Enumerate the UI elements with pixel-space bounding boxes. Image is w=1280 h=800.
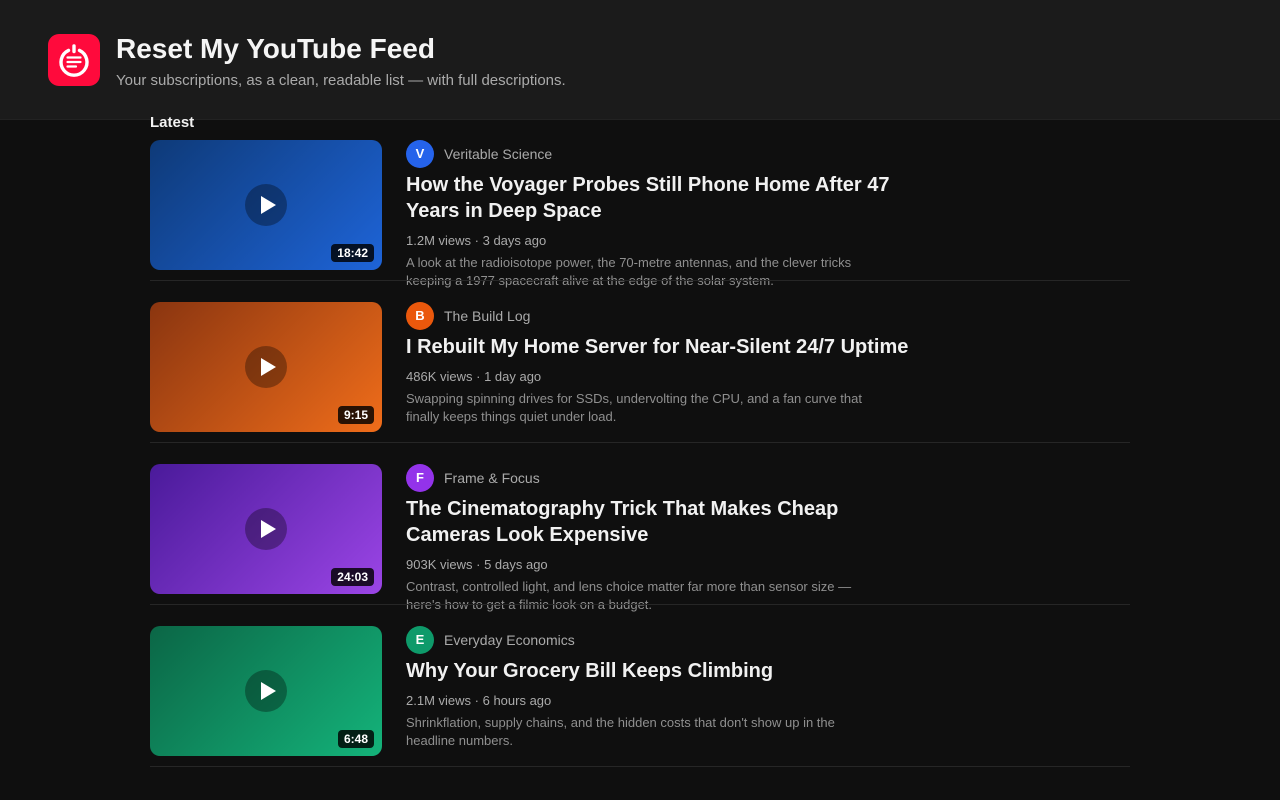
video-description: A look at the radioisotope power, the 70… <box>406 255 852 288</box>
duration-badge: 6:48 <box>337 730 374 748</box>
channel-avatar[interactable]: F <box>406 464 434 492</box>
channel-avatar[interactable]: E <box>406 626 434 654</box>
video-thumbnail[interactable]: 6:48 <box>150 626 382 756</box>
video-meta: 486K views · 1 day ago <box>406 368 541 386</box>
play-icon[interactable] <box>245 346 287 388</box>
row-divider <box>150 442 1130 443</box>
upload-age: 3 days ago <box>482 233 547 248</box>
meta-separator: · <box>474 233 483 248</box>
view-count: 486K views <box>406 369 473 384</box>
meta-separator: · <box>474 693 483 708</box>
video-title[interactable]: Why Your Grocery Bill Keeps Climbing <box>406 658 926 684</box>
video-title[interactable]: How the Voyager Probes Still Phone Home … <box>406 172 926 224</box>
video-row[interactable]: 18:42 V Veritable Science How the Voyage… <box>150 140 1130 302</box>
video-row[interactable]: 9:15 B The Build Log I Rebuilt My Home S… <box>150 302 1130 464</box>
play-icon[interactable] <box>245 508 287 550</box>
app-subtitle: Your subscriptions, as a clean, readable… <box>116 72 566 89</box>
app-title: Reset My YouTube Feed <box>116 33 435 64</box>
upload-age: 6 hours ago <box>482 693 552 708</box>
video-thumbnail[interactable]: 9:15 <box>150 302 382 432</box>
view-count: 2.1M views <box>406 693 472 708</box>
row-divider <box>150 766 1130 767</box>
video-thumbnail[interactable]: 18:42 <box>150 140 382 270</box>
duration-badge: 24:03 <box>331 568 374 586</box>
channel-name[interactable]: Frame & Focus <box>444 469 540 487</box>
view-count: 903K views <box>406 557 473 572</box>
upload-age: 5 days ago <box>484 557 548 572</box>
duration-badge: 18:42 <box>331 244 374 262</box>
video-row[interactable]: 6:48 E Everyday Economics Why Your Groce… <box>150 626 1130 788</box>
video-title[interactable]: I Rebuilt My Home Server for Near-Silent… <box>406 334 966 360</box>
app-header: Reset My YouTube Feed Your subscriptions… <box>0 0 1280 120</box>
video-meta: 2.1M views · 6 hours ago <box>406 692 551 710</box>
row-divider <box>150 280 1130 281</box>
feed-reset-icon <box>48 34 100 86</box>
play-icon[interactable] <box>245 670 287 712</box>
video-description: Shrinkflation, supply chains, and the hi… <box>406 715 835 748</box>
video-thumbnail[interactable]: 24:03 <box>150 464 382 594</box>
video-title[interactable]: The Cinematography Trick That Makes Chea… <box>406 496 926 548</box>
channel-avatar[interactable]: B <box>406 302 434 330</box>
meta-separator: · <box>476 369 485 384</box>
video-meta: 1.2M views · 3 days ago <box>406 232 546 250</box>
upload-age: 1 day ago <box>484 369 542 384</box>
channel-name[interactable]: Everyday Economics <box>444 631 575 649</box>
channel-name[interactable]: Veritable Science <box>444 145 552 163</box>
video-description: Swapping spinning drives for SSDs, under… <box>406 391 862 424</box>
play-icon[interactable] <box>245 184 287 226</box>
video-meta: 903K views · 5 days ago <box>406 556 548 574</box>
channel-avatar[interactable]: V <box>406 140 434 168</box>
channel-name[interactable]: The Build Log <box>444 307 530 325</box>
section-label-latest: Latest <box>150 114 195 131</box>
video-row[interactable]: 24:03 F Frame & Focus The Cinematography… <box>150 464 1130 626</box>
meta-separator: · <box>476 557 485 572</box>
row-divider <box>150 604 1130 605</box>
view-count: 1.2M views <box>406 233 472 248</box>
duration-badge: 9:15 <box>337 406 374 424</box>
video-description: Contrast, controlled light, and lens cho… <box>406 579 852 612</box>
